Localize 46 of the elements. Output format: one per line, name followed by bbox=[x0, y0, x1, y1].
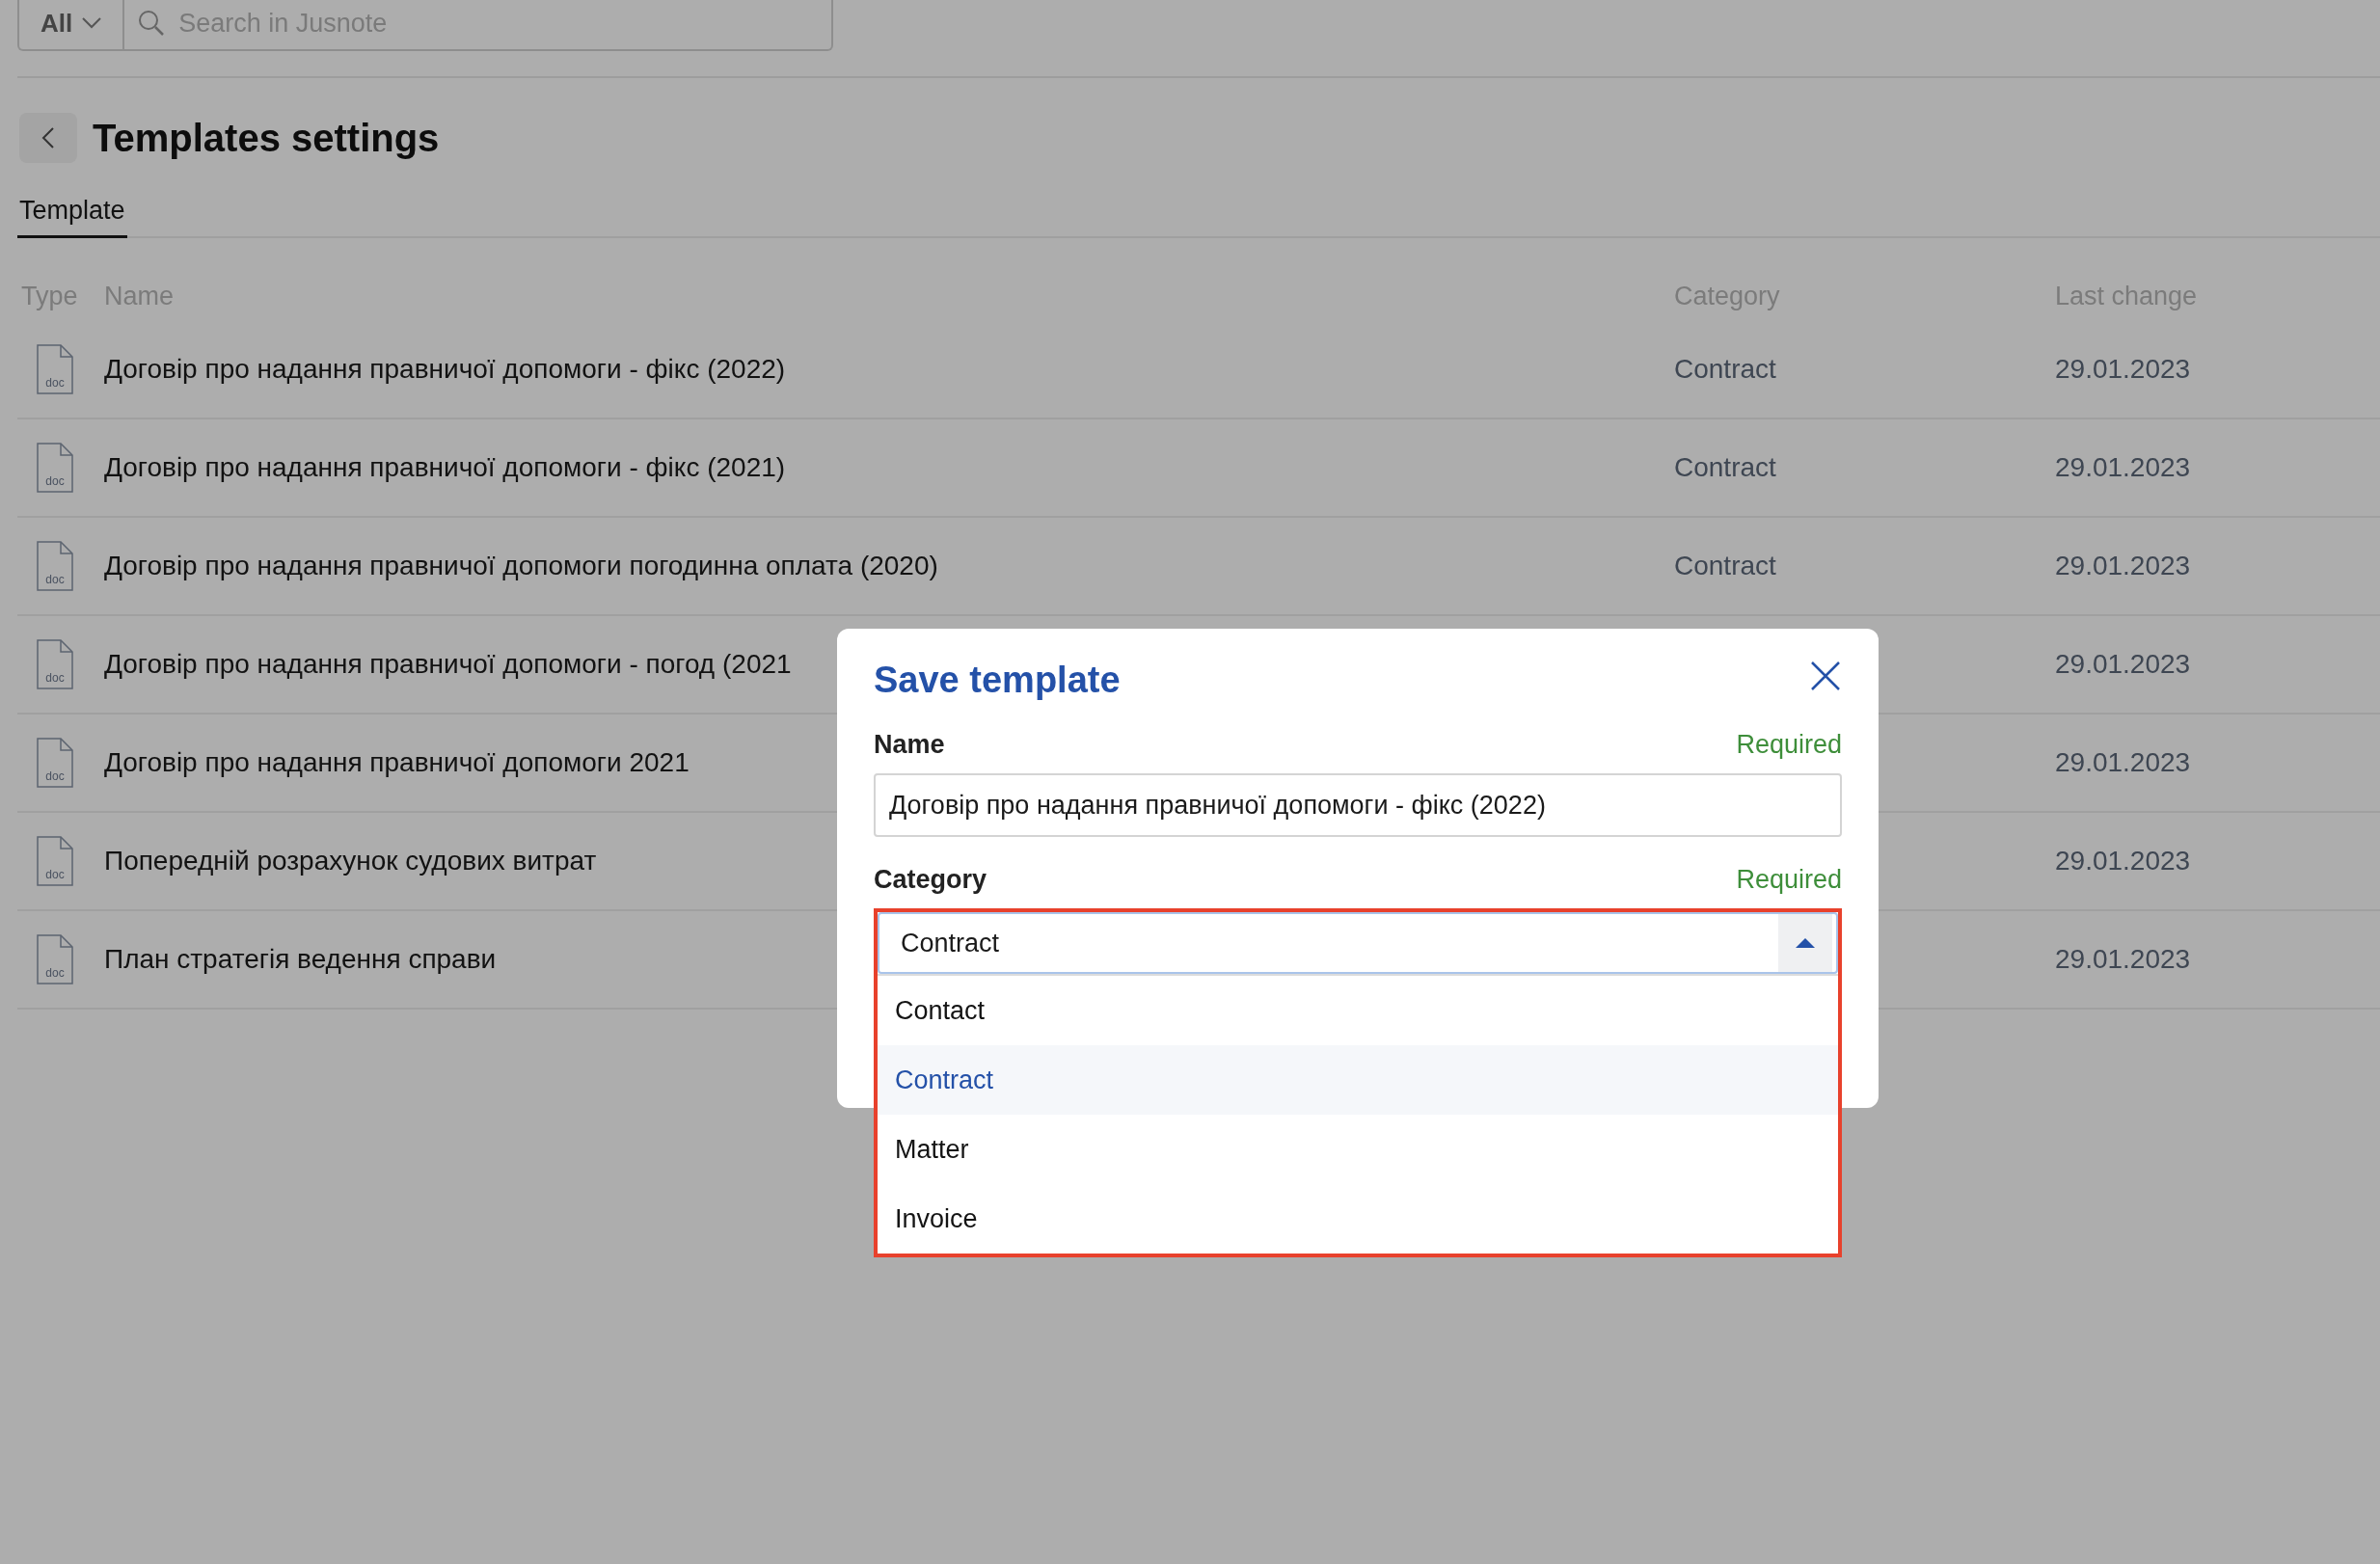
category-cell-text: Contract bbox=[1674, 452, 1777, 483]
close-icon bbox=[1811, 661, 1840, 690]
template-name[interactable]: Договір про надання правничої допомоги - фікс (2022) bbox=[104, 354, 786, 385]
document-icon: doc bbox=[37, 836, 73, 886]
date-cell-text: 29.01.2023 bbox=[2055, 944, 2192, 975]
page-title: Templates settings bbox=[93, 116, 440, 160]
chevron-down-icon bbox=[82, 17, 102, 29]
template-name[interactable]: Договір про надання правничої допомоги 2021 bbox=[104, 747, 690, 778]
category-cell-text: Contract bbox=[1674, 551, 1777, 581]
document-icon: doc bbox=[37, 443, 73, 493]
date-cell-text: 29.01.2023 bbox=[2055, 452, 2192, 483]
template-name[interactable]: Договір про надання правничої допомоги - погод (2021 bbox=[104, 649, 792, 680]
date-cell-text: 29.01.2023 bbox=[2055, 649, 2192, 680]
category-cell-text: Contract bbox=[1674, 354, 1777, 385]
field-label: Category bbox=[874, 864, 987, 896]
template-name[interactable]: Попередній розрахунок судових витрат bbox=[104, 846, 597, 876]
name-input[interactable]: Договір про надання правничої допомоги - фікс (2022) bbox=[874, 773, 1842, 837]
document-icon: doc bbox=[37, 934, 73, 984]
dropdown-toggle[interactable] bbox=[1778, 914, 1832, 972]
close-button[interactable] bbox=[1809, 660, 1842, 692]
date-cell-text: 29.01.2023 bbox=[2055, 747, 2192, 778]
dropdown-option[interactable]: Matter bbox=[878, 1115, 1838, 1184]
field-label: Name bbox=[874, 729, 945, 761]
tab[interactable]: Template bbox=[17, 188, 127, 238]
chevron-left-icon bbox=[41, 126, 55, 149]
date-cell-text: 29.01.2023 bbox=[2055, 551, 2192, 581]
dropdown-option[interactable]: Contact bbox=[878, 976, 1838, 1045]
dialog-title: Save template bbox=[874, 659, 1121, 702]
date-cell-text: 29.01.2023 bbox=[2055, 354, 2192, 385]
template-name[interactable]: Договір про надання правничої допомоги погодинна оплата (2020) bbox=[104, 551, 938, 581]
search-icon bbox=[138, 10, 166, 37]
document-icon: doc bbox=[37, 738, 73, 788]
dropdown-option[interactable]: Contract bbox=[878, 1045, 1838, 1115]
document-icon: doc bbox=[37, 541, 73, 591]
required-hint: Required bbox=[1736, 729, 1842, 761]
document-icon: doc bbox=[37, 344, 73, 394]
category-select[interactable]: Contract bbox=[878, 912, 1838, 974]
required-hint: Required bbox=[1736, 864, 1842, 896]
scope-dropdown[interactable]: All bbox=[19, 0, 125, 49]
date-cell-text: 29.01.2023 bbox=[2055, 846, 2192, 876]
dropdown-option[interactable]: Invoice bbox=[878, 1184, 1838, 1254]
template-name[interactable]: План стратегія ведення справи bbox=[104, 944, 497, 975]
selected-value: Contract bbox=[901, 928, 1001, 958]
caret-up-icon bbox=[1796, 937, 1815, 949]
document-icon: doc bbox=[37, 639, 73, 689]
template-name[interactable]: Договір про надання правничої допомоги - фікс (2021) bbox=[104, 452, 786, 483]
